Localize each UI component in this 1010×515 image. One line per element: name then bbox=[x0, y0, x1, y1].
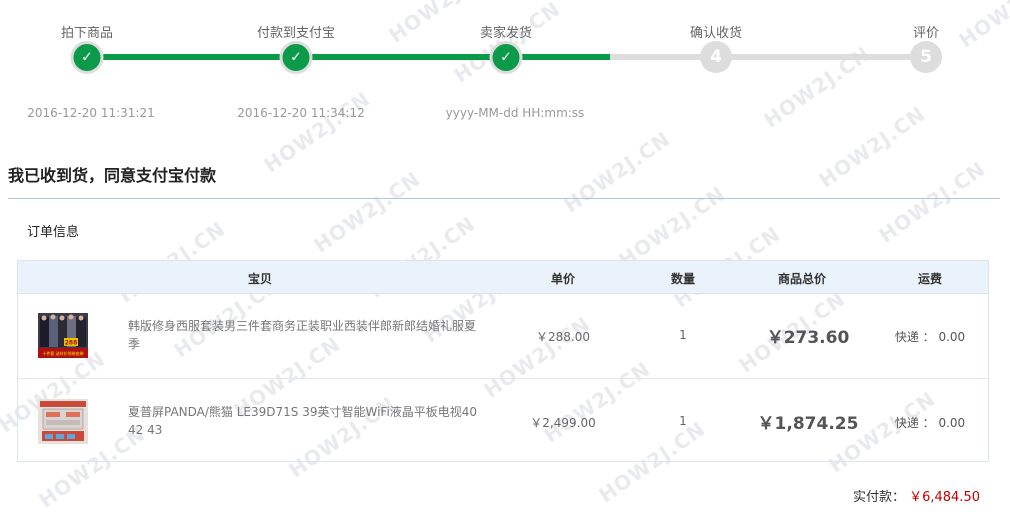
order-table: 宝贝 单价 数量 商品总价 运费 288 十件套 送衬衫领带皮带 韩版修身西服套… bbox=[17, 260, 989, 462]
step-label-review: 评价 bbox=[912, 26, 940, 41]
header-qty: 数量 bbox=[670, 272, 696, 286]
confirm-receipt-title: 我已收到货，同意支付宝付款 bbox=[8, 166, 217, 185]
total-paid: 实付款： ￥6,484.50 bbox=[853, 486, 980, 505]
check-icon: ✓ bbox=[500, 49, 512, 66]
shipping-fee: 快递 ： 0.00 bbox=[894, 416, 966, 430]
thumb-badge: 288 bbox=[65, 340, 78, 347]
quantity: 1 bbox=[679, 328, 687, 342]
order-info-title: 订单信息 bbox=[27, 225, 80, 240]
product-thumbnail[interactable]: 288 十件套 送衬衫领带皮带 bbox=[38, 313, 88, 358]
step-node-place-order: ✓ bbox=[70, 41, 104, 74]
check-icon: ✓ bbox=[290, 49, 302, 66]
product-name-link[interactable]: 韩版修身西服套装男三件套商务正装职业西装伴郎新郎结婚礼服夏季 bbox=[128, 317, 483, 353]
step-node-ship: ✓ bbox=[489, 41, 523, 74]
step-time-pay: 2016-12-20 11:34:12 bbox=[237, 106, 365, 120]
step-label-pay: 付款到支付宝 bbox=[256, 26, 336, 41]
step-time-ship: yyyy-MM-dd HH:mm:ss bbox=[445, 106, 585, 120]
progress-track-done bbox=[87, 54, 610, 60]
order-progress: 拍下商品 付款到支付宝 卖家发货 确认收货 评价 ✓ ✓ ✓ 4 5 2016-… bbox=[0, 0, 1010, 140]
header-subtotal: 商品总价 bbox=[777, 272, 827, 286]
step-number: 4 bbox=[710, 47, 722, 67]
step-label-ship: 卖家发货 bbox=[479, 26, 533, 41]
step-number: 5 bbox=[920, 47, 932, 67]
watermark-text: HOW2J.CN bbox=[874, 156, 990, 248]
item-subtotal: ￥273.60 bbox=[766, 328, 850, 348]
quantity: 1 bbox=[679, 414, 687, 428]
watermark-text: HOW2J.CN bbox=[614, 181, 730, 273]
watermark-text: HOW2J.CN bbox=[559, 126, 675, 218]
item-subtotal: ￥1,874.25 bbox=[757, 414, 859, 434]
header-price: 单价 bbox=[550, 272, 576, 286]
total-paid-amount: ￥6,484.50 bbox=[909, 490, 980, 505]
table-row: 288 十件套 送衬衫领带皮带 韩版修身西服套装男三件套商务正装职业西装伴郎新郎… bbox=[18, 293, 988, 378]
watermark-text: HOW2J.CN bbox=[309, 166, 425, 258]
check-icon: ✓ bbox=[81, 49, 93, 66]
shipping-fee: 快递 ： 0.00 bbox=[894, 330, 966, 344]
step-label-place-order: 拍下商品 bbox=[60, 26, 114, 41]
unit-price: ￥288.00 bbox=[536, 330, 590, 344]
step-label-confirm: 确认收货 bbox=[689, 26, 743, 41]
step-time-place-order: 2016-12-20 11:31:21 bbox=[27, 106, 155, 120]
thumb-caption: 十件套 送衬衫领带皮带 bbox=[42, 350, 83, 356]
step-node-review: 5 bbox=[910, 41, 942, 73]
step-node-pay: ✓ bbox=[279, 41, 313, 74]
total-paid-label: 实付款： bbox=[852, 490, 905, 505]
header-product: 宝贝 bbox=[247, 272, 273, 286]
product-thumbnail[interactable] bbox=[38, 399, 88, 444]
product-name-link[interactable]: 夏普屏PANDA/熊猫 LE39D71S 39英寸智能WiFi液晶平板电视40 … bbox=[128, 403, 483, 439]
unit-price: ￥2,499.00 bbox=[530, 416, 596, 430]
step-node-confirm: 4 bbox=[700, 41, 732, 73]
table-row: 夏普屏PANDA/熊猫 LE39D71S 39英寸智能WiFi液晶平板电视40 … bbox=[18, 378, 988, 464]
divider bbox=[8, 198, 1000, 199]
table-header: 宝贝 单价 数量 商品总价 运费 bbox=[18, 261, 988, 294]
header-shipping: 运费 bbox=[917, 272, 943, 286]
